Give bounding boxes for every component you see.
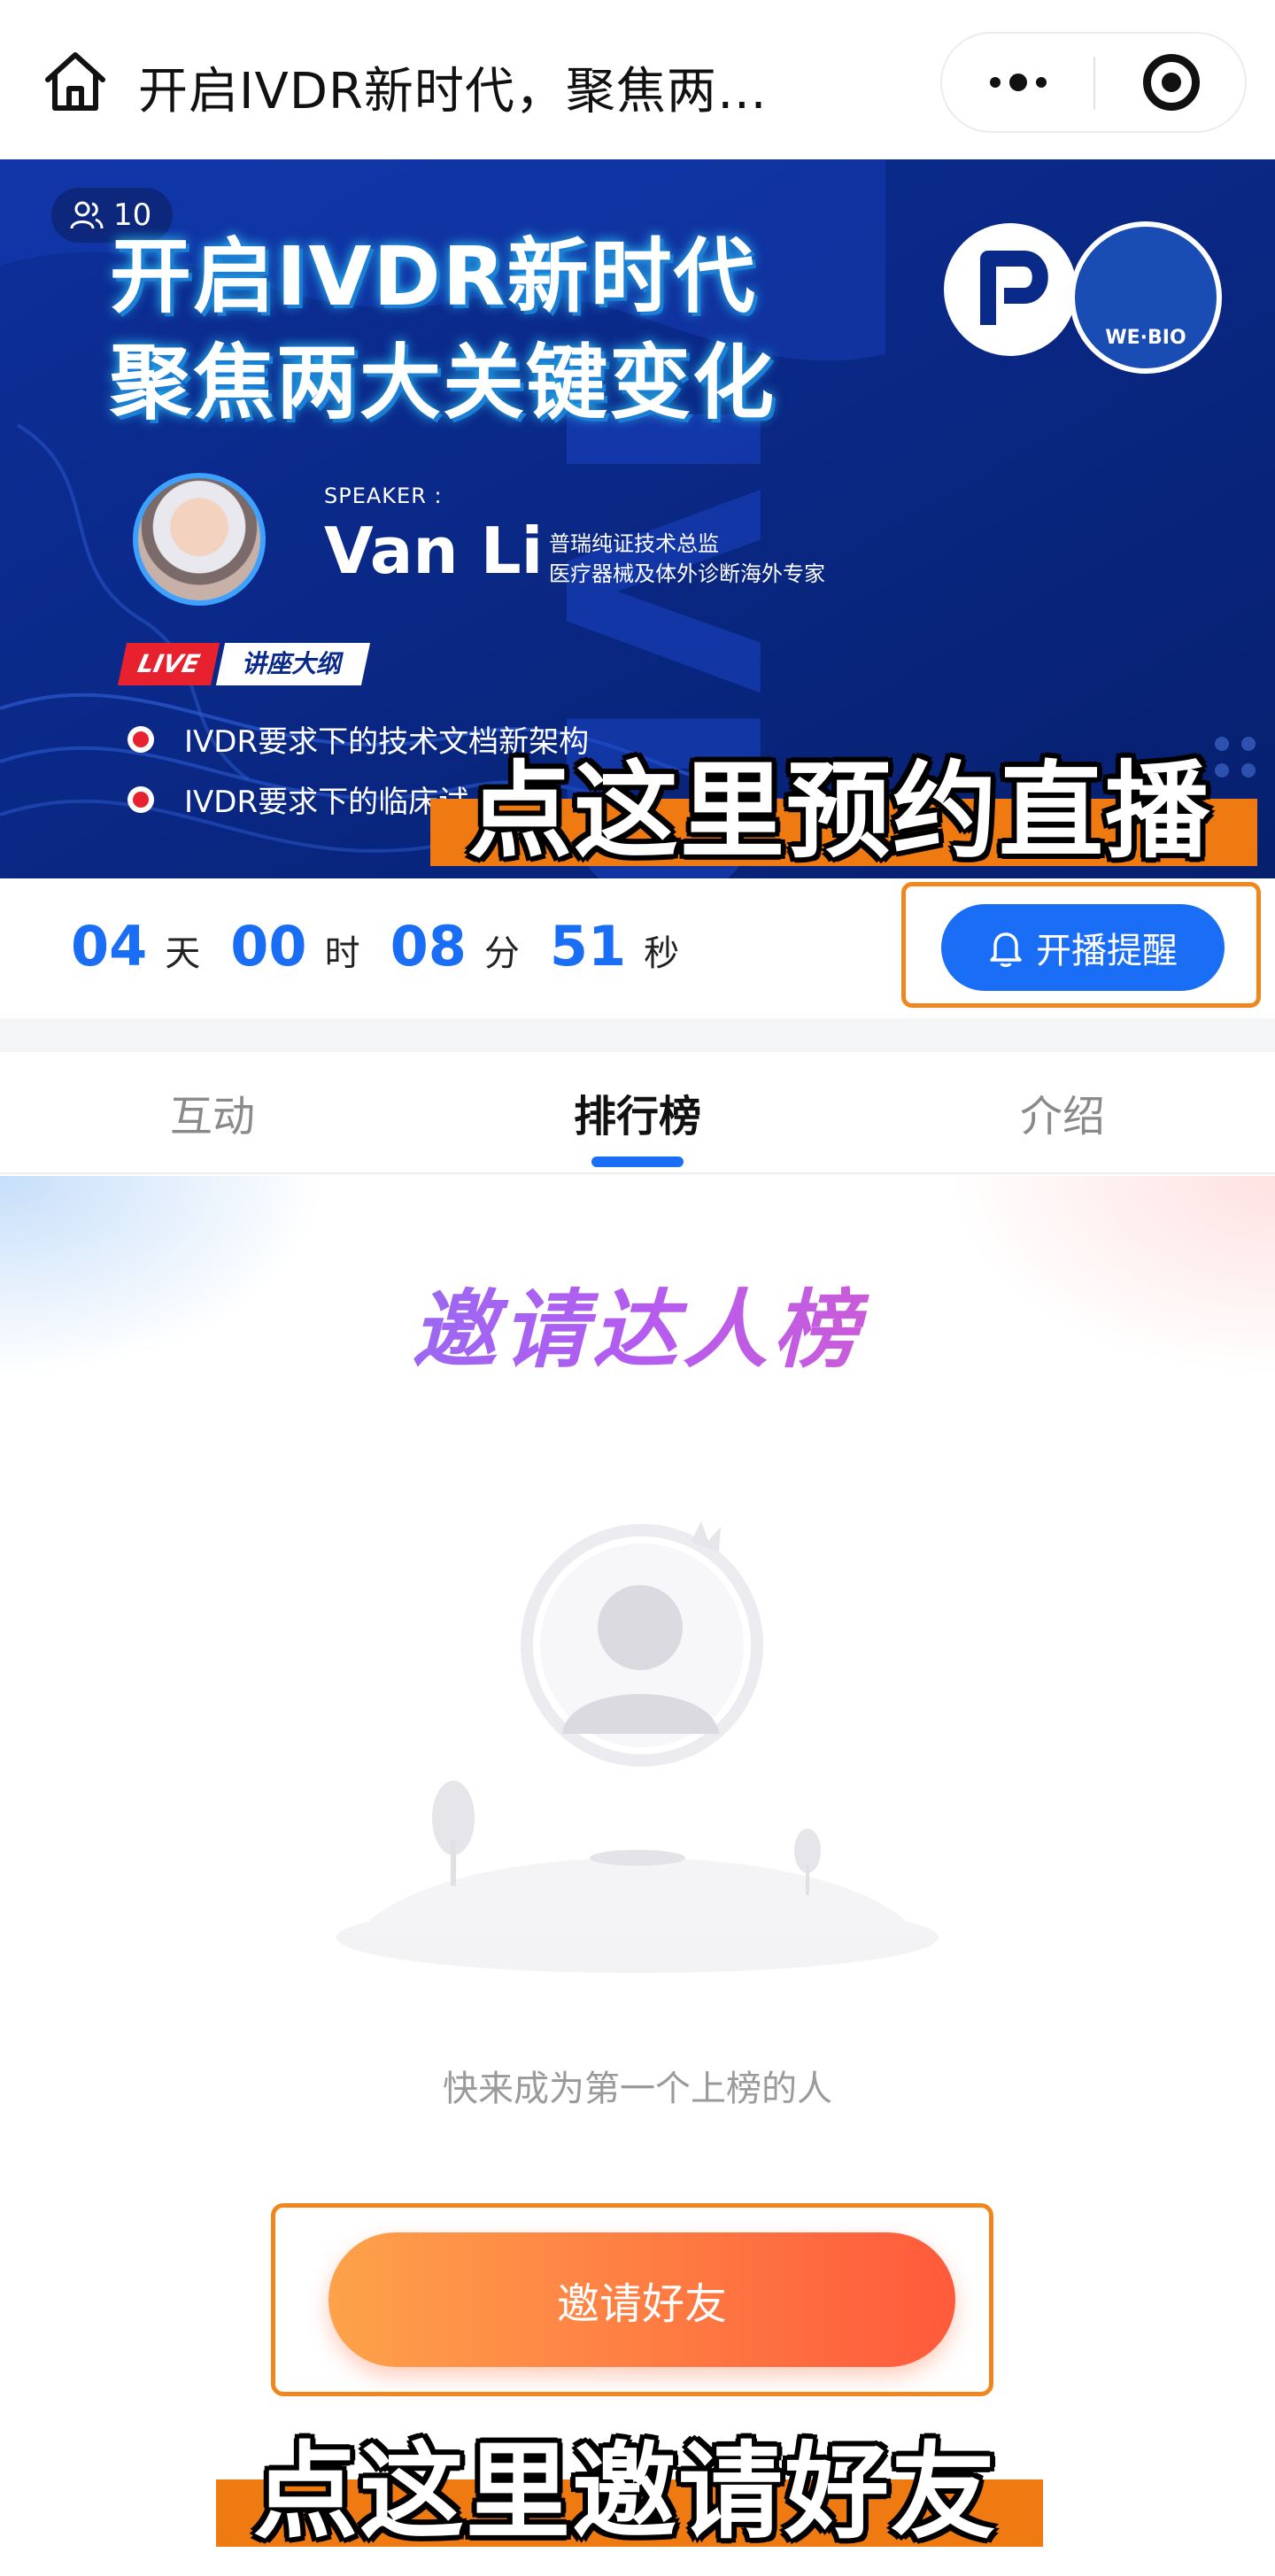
bell-icon: [990, 932, 1022, 967]
caption-invite-friends: 点这里邀请好友: [253, 2431, 998, 2553]
brand-logo-p: [944, 223, 1077, 356]
empty-state-text: 快来成为第一个上榜的人: [443, 2069, 832, 2109]
close-button[interactable]: [1095, 34, 1247, 131]
speaker-avatar: [133, 473, 266, 606]
countdown-minutes: 08: [390, 914, 467, 979]
outline-item-text: IVDR要求下的临床试: [184, 785, 469, 820]
live-banner[interactable]: IVDR 10 开启IVDR新时代 聚焦两大关键变化 WE·BIO SPEAKE…: [0, 159, 1275, 878]
countdown-timer: 04 天 00 时 08 分 51 秒: [71, 914, 709, 979]
outline-header: LIVE 讲座大纲: [117, 643, 371, 685]
countdown-hours: 00: [230, 914, 307, 979]
more-dots-icon-center: [1008, 73, 1027, 91]
outline-item: IVDR要求下的临床试: [128, 777, 468, 821]
tab-bar: 互动 排行榜 介绍: [0, 1052, 1275, 1174]
target-close-icon: [1142, 54, 1200, 111]
leaderboard-title: 邀请达人榜: [0, 1261, 1275, 1384]
webio-logo: WE·BIO: [1070, 221, 1222, 374]
invite-highlight-box: 邀请好友: [271, 2203, 993, 2396]
invite-friends-button[interactable]: 邀请好友: [328, 2232, 955, 2367]
more-button[interactable]: [942, 34, 1093, 131]
countdown-days-unit: 天: [165, 933, 201, 974]
speaker-role-1: 普瑞纯证技术总监: [549, 531, 719, 556]
countdown-row: 04 天 00 时 08 分 51 秒 开播提醒: [0, 878, 1275, 1018]
leaderboard-panel: 邀请达人榜 快来成为第一个上榜的人 邀请好友 点这里邀请好友: [0, 1176, 1275, 2576]
countdown-seconds: 51: [549, 914, 627, 979]
outline-label: 讲座大纲: [215, 643, 371, 685]
live-reminder-label: 开播提醒: [1036, 932, 1178, 971]
empty-state-illustration: [336, 1521, 939, 1973]
webio-logo-text: WE·BIO: [1105, 327, 1186, 349]
countdown-days: 04: [71, 914, 148, 979]
countdown-minutes-unit: 分: [483, 933, 520, 974]
banner-title-line1: 开启IVDR新时代: [110, 229, 757, 324]
tab-leaderboard[interactable]: 排行榜: [531, 1052, 744, 1172]
bullet-icon: [128, 725, 154, 753]
speaker-role-2: 医疗器械及体外诊断海外专家: [549, 561, 825, 586]
live-reminder-button[interactable]: 开播提醒: [941, 904, 1225, 991]
tab-intro[interactable]: 介绍: [956, 1052, 1169, 1172]
more-dots-icon-right: [1035, 77, 1047, 88]
speaker-label: SPEAKER :: [324, 483, 443, 508]
top-nav-bar: 开启IVDR新时代，聚焦两…: [0, 0, 1275, 159]
speaker-name: Van Li: [324, 514, 544, 588]
countdown-seconds-unit: 秒: [644, 933, 680, 974]
active-tab-indicator: [591, 1156, 684, 1167]
page-title: 开启IVDR新时代，聚焦两…: [138, 63, 768, 120]
section-divider: [0, 1018, 1275, 1052]
tab-interaction[interactable]: 互动: [106, 1052, 319, 1172]
bullet-icon: [128, 785, 154, 813]
live-badge: LIVE: [117, 643, 220, 685]
caption-book-live: 点这里预约直播: [468, 750, 1212, 872]
countdown-hours-unit: 时: [324, 933, 360, 974]
remind-highlight-box: 开播提醒: [901, 882, 1261, 1008]
home-icon[interactable]: [41, 46, 110, 115]
people-icon: [70, 201, 104, 229]
banner-title-line2: 聚焦两大关键变化: [110, 336, 777, 430]
mini-program-capsule: [940, 32, 1247, 133]
more-dots-icon: [989, 77, 1001, 88]
